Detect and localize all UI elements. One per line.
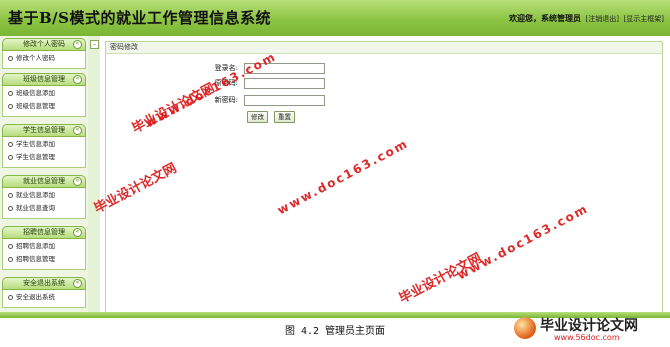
user-area: 欢迎您，系统管理员 [注销退出] [显示主框架]	[509, 13, 664, 24]
sidebar-item-recruitment-manage[interactable]: 招聘信息管理	[3, 253, 85, 266]
sidebar-item-change-password[interactable]: 修改个人密码	[3, 52, 85, 65]
sidebar-item-label: 学生信息管理	[16, 153, 55, 161]
menu-group-password: 修改个人密码 « 修改个人密码	[2, 38, 86, 69]
sidebar-toggle-icon[interactable]: –	[90, 40, 99, 49]
bullet-icon	[8, 243, 13, 249]
menu-group-header[interactable]: 安全退出系统 «	[2, 277, 86, 290]
sidebar-item-student-add[interactable]: 学生信息添加	[3, 138, 85, 151]
sidebar-item-label: 就业信息查询	[16, 204, 55, 212]
bullet-icon	[8, 192, 13, 198]
collapse-icon[interactable]: «	[73, 228, 82, 237]
bullet-icon	[8, 256, 13, 262]
collapse-icon[interactable]: «	[73, 126, 82, 135]
bullet-icon	[8, 154, 13, 160]
bullet-icon	[8, 205, 13, 211]
collapse-icon[interactable]: «	[73, 177, 82, 186]
sidebar-item-class-manage[interactable]: 班级信息管理	[3, 100, 85, 113]
old-password-field[interactable]	[244, 78, 325, 89]
menu-group-title: 学生信息管理	[23, 126, 65, 134]
bullet-icon	[8, 55, 13, 61]
reset-button[interactable]: 重置	[274, 111, 295, 123]
sidebar-item-label: 修改个人密码	[16, 54, 55, 62]
menu-group-header[interactable]: 就业信息管理 «	[2, 175, 86, 188]
menu-group-logout: 安全退出系统 « 安全退出系统	[2, 277, 86, 308]
logo-url: www.56doc.com	[554, 333, 620, 342]
password-panel: 密码修改 登录名: a 原密码: 新密码: 修改 重置	[105, 41, 663, 313]
sidebar-item-label: 班级信息管理	[16, 102, 55, 110]
menu-group-header[interactable]: 招聘信息管理 «	[2, 226, 86, 239]
menu-group-student: 学生信息管理 « 学生信息添加 学生信息管理	[2, 124, 86, 168]
sidebar-item-label: 招聘信息管理	[16, 255, 55, 263]
bullet-icon	[8, 103, 13, 109]
sidebar-item-label: 学生信息添加	[16, 140, 55, 148]
menu-group-title: 修改个人密码	[23, 40, 65, 48]
menu-group-header[interactable]: 班级信息管理 «	[2, 73, 86, 86]
menu-group-recruitment: 招聘信息管理 « 招聘信息添加 招聘信息管理	[2, 226, 86, 270]
sidebar-item-employment-add[interactable]: 就业信息添加	[3, 189, 85, 202]
sidebar-item-label: 安全退出系统	[16, 293, 55, 301]
username-row: 登录名:	[106, 62, 238, 74]
bullet-icon	[8, 90, 13, 96]
menu-group-employment: 就业信息管理 « 就业信息添加 就业信息查询	[2, 175, 86, 219]
sidebar-item-student-manage[interactable]: 学生信息管理	[3, 151, 85, 164]
bullet-icon	[8, 141, 13, 147]
collapse-icon[interactable]: «	[73, 40, 82, 49]
menu-group-title: 招聘信息管理	[23, 228, 65, 236]
menu-group-title: 班级信息管理	[23, 75, 65, 83]
sidebar-item-employment-query[interactable]: 就业信息查询	[3, 202, 85, 215]
main-content: 密码修改 登录名: a 原密码: 新密码: 修改 重置	[100, 36, 670, 313]
collapse-icon[interactable]: «	[73, 279, 82, 288]
sidebar-item-logout[interactable]: 安全退出系统	[3, 291, 85, 304]
submit-button[interactable]: 修改	[247, 111, 268, 123]
menu-group-header[interactable]: 学生信息管理 «	[2, 124, 86, 137]
logo-ball-icon	[514, 317, 536, 339]
sidebar-item-class-add[interactable]: 班级信息添加	[3, 87, 85, 100]
sidebar-item-label: 招聘信息添加	[16, 242, 55, 250]
logo-text: 毕业设计论文网	[540, 318, 638, 334]
sidebar-item-label: 就业信息添加	[16, 191, 55, 199]
new-password-field[interactable]	[244, 95, 325, 106]
panel-title: 密码修改	[106, 42, 662, 54]
collapse-icon[interactable]: «	[73, 75, 82, 84]
site-logo: 毕业设计论文网 www.56doc.com	[514, 313, 664, 347]
logout-link[interactable]: [注销退出]	[586, 15, 619, 23]
show-main-frame-link[interactable]: [显示主框架]	[624, 15, 664, 23]
sidebar: 修改个人密码 « 修改个人密码 班级信息管理 « 班级信息添加 班级信息管理 学生信…	[0, 36, 88, 312]
bullet-icon	[8, 294, 13, 300]
menu-group-class: 班级信息管理 « 班级信息添加 班级信息管理	[2, 73, 86, 117]
app-header: 基于B/S模式的就业工作管理信息系统 欢迎您，系统管理员 [注销退出] [显示主…	[0, 0, 670, 37]
menu-group-title: 安全退出系统	[23, 279, 65, 287]
sidebar-item-recruitment-add[interactable]: 招聘信息添加	[3, 240, 85, 253]
menu-group-title: 就业信息管理	[23, 177, 65, 185]
app-title: 基于B/S模式的就业工作管理信息系统	[8, 9, 271, 27]
welcome-text: 欢迎您，系统管理员	[508, 14, 581, 23]
menu-group-header[interactable]: 修改个人密码 «	[2, 38, 86, 51]
sidebar-item-label: 班级信息添加	[16, 89, 55, 97]
